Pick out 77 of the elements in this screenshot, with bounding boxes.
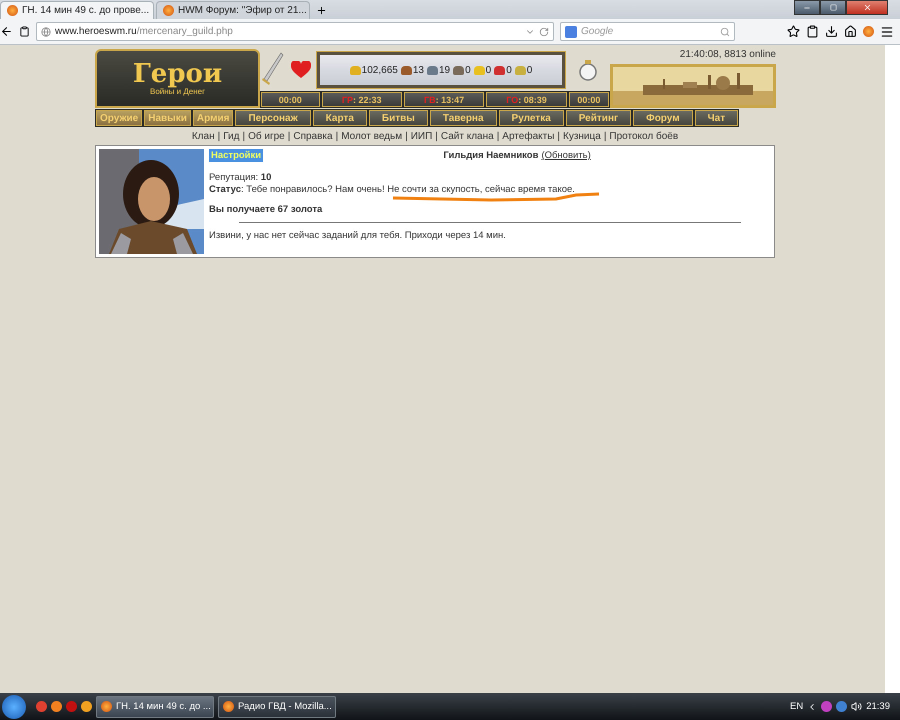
close-button[interactable] — [846, 0, 888, 15]
server-clock: 21:40:08, 8813 online — [680, 49, 776, 60]
link-separator: | — [496, 131, 500, 142]
game-logo[interactable]: Герои Войны и Денег — [95, 49, 260, 108]
link-separator: | — [218, 131, 220, 142]
volume-icon[interactable] — [851, 701, 862, 712]
search-engine-icon — [565, 26, 577, 38]
language-indicator[interactable]: EN — [790, 701, 804, 712]
heart-icon[interactable] — [291, 61, 311, 79]
link-separator: | — [405, 131, 408, 142]
nav-button[interactable]: Рулетка — [498, 110, 564, 126]
resource-count: 0 — [465, 64, 471, 76]
taskbar-window[interactable]: ГН. 14 мин 49 с. до ... — [96, 696, 214, 718]
resource-count: 0 — [526, 64, 532, 76]
resource-count: 0 — [506, 64, 512, 76]
link-separator: | — [288, 131, 290, 142]
reward-text: Вы получаете 67 золота — [209, 204, 324, 215]
link-separator: | — [242, 131, 246, 142]
link-separator: | — [435, 131, 438, 142]
nav-button[interactable]: Битвы — [368, 110, 428, 126]
logo-subtitle: Войны и Денег — [150, 87, 205, 96]
status-text: Статус: Тебе понравилось? Нам очень! Не сочти за скупость, сейчас время такое. — [209, 184, 575, 195]
link-separator: | — [604, 131, 606, 142]
refresh-link[interactable]: (Обновить) — [541, 150, 591, 161]
ring-icon[interactable] — [578, 58, 598, 82]
clipboard-icon[interactable] — [806, 25, 819, 38]
nav-link[interactable]: Артефакты — [502, 131, 554, 142]
download-icon[interactable] — [825, 25, 838, 38]
nav-button[interactable]: Рейтинг — [566, 110, 632, 126]
link-separator: | — [336, 131, 338, 142]
taskbar-clock: 21:39 — [866, 701, 890, 712]
timer-display: ГР: 22:33 — [322, 92, 402, 107]
menu-icon[interactable] — [880, 24, 894, 38]
timer-display: ГВ: 13:47 — [404, 92, 484, 107]
nav-link[interactable]: ИИП — [410, 131, 432, 142]
resource-count: 13 — [412, 64, 424, 76]
nav-link[interactable]: Сайт клана — [440, 131, 494, 142]
close-icon — [862, 3, 872, 12]
browser-tab[interactable]: HWM Форум: "Эфир от 21... — [156, 1, 310, 19]
nav-link[interactable]: Справка — [293, 131, 333, 142]
nav-button[interactable]: Персонаж — [235, 110, 311, 126]
nav-button[interactable]: Форум — [633, 110, 693, 126]
nav-link[interactable]: Об игре — [248, 131, 285, 142]
logo-title: Герои — [132, 61, 222, 87]
reload-icon[interactable] — [539, 26, 549, 36]
sidebar-icon[interactable] — [19, 26, 30, 37]
back-icon[interactable] — [0, 25, 13, 38]
start-button[interactable] — [2, 694, 26, 718]
guild-title: Гильдия Наемников — [443, 150, 538, 161]
nav-button[interactable]: Таверна — [430, 110, 497, 126]
minimize-button[interactable] — [794, 0, 820, 15]
nav-link[interactable]: Протокол боёв — [609, 131, 678, 142]
timer-display: ГО: 08:39 — [486, 92, 567, 107]
timer-display: 00:00 — [568, 92, 609, 107]
new-tab-icon[interactable] — [316, 5, 327, 16]
browser-tab[interactable]: ГН. 14 мин 49 с. до прове... — [0, 1, 154, 19]
resource-count: 0 — [486, 64, 492, 76]
bookmark-star-icon[interactable] — [787, 25, 800, 38]
link-separator: | — [557, 131, 560, 142]
nav-button[interactable]: Карта — [312, 110, 367, 126]
nav-link[interactable]: Клан — [192, 131, 215, 142]
maximize-button[interactable] — [820, 0, 846, 15]
reputation-text: Репутация: 10 — [209, 172, 272, 183]
nav-link[interactable]: Молот ведьм — [341, 131, 402, 142]
resource-count: 19 — [438, 64, 450, 76]
nav-link[interactable]: Кузница — [563, 131, 601, 142]
taskbar-window[interactable]: Радио ГВД - Mozilla... — [218, 696, 336, 718]
resource-count: 102,665 — [362, 64, 398, 76]
message-text: Извини, у нас нет сейчас заданий для тебя. Приходи через 14 мин. — [209, 230, 507, 241]
search-icon[interactable] — [720, 26, 730, 36]
home-icon[interactable] — [844, 25, 857, 38]
address-field[interactable]: www.heroeswm.ru/mercenary_guild.php — [36, 22, 554, 41]
nav-button[interactable]: Чат — [694, 110, 738, 126]
nav-link[interactable]: Гид — [223, 131, 240, 142]
globe-icon — [41, 26, 51, 36]
timer-display: 00:00 — [261, 92, 320, 107]
maximize-icon — [830, 4, 836, 11]
